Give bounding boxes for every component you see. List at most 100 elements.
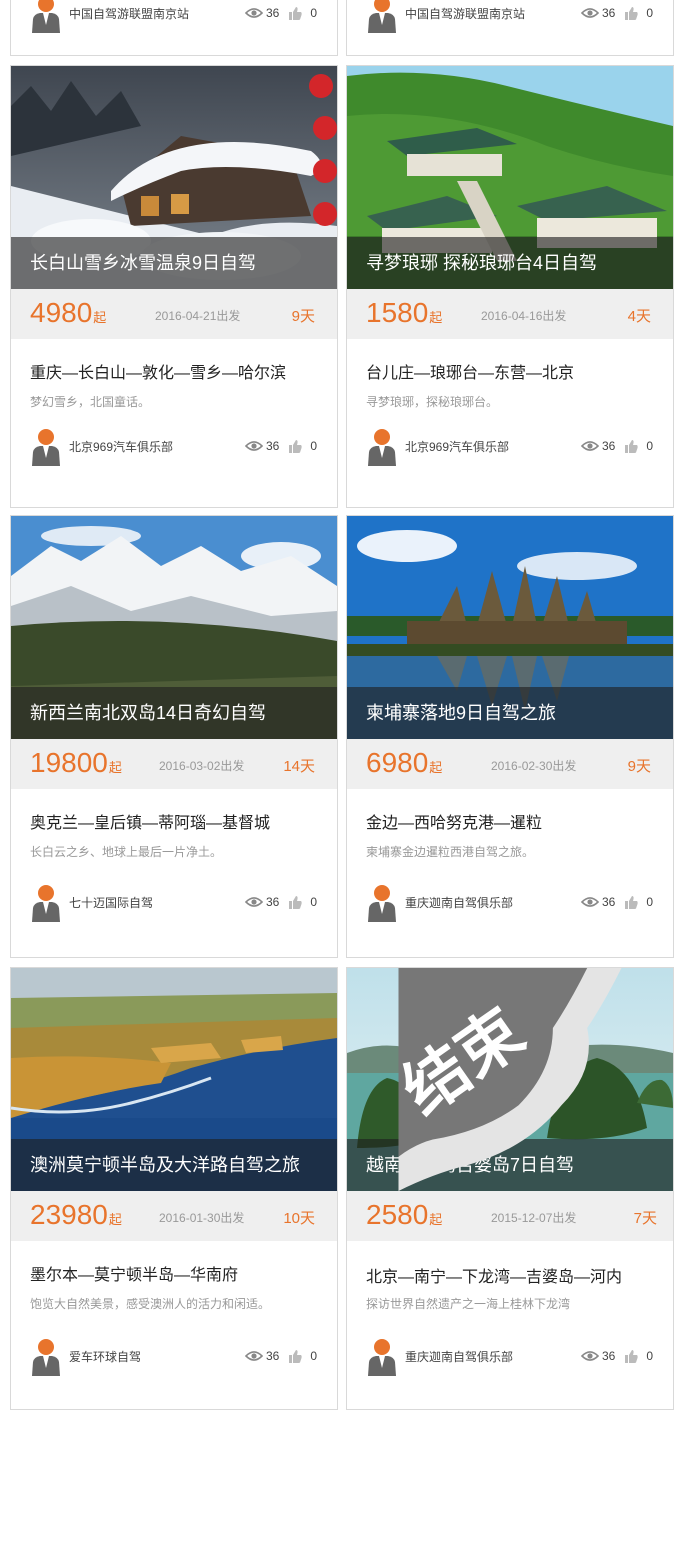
view-count: 36 [265, 6, 280, 20]
price: 2580起 [366, 1199, 443, 1230]
user-avatar-icon [366, 1338, 398, 1376]
trip-route[interactable]: 墨尔本—莫宁顿半岛—华南府 [30, 1261, 238, 1285]
card-stats: 36 0 [244, 439, 317, 453]
thumbs-up-icon[interactable] [289, 6, 302, 20]
user-avatar-icon [30, 0, 62, 33]
like-count: 0 [646, 1349, 653, 1363]
price-bar: 23980起 2016-01-30出发 10天 [11, 1191, 337, 1241]
view-count: 36 [601, 439, 616, 453]
user-avatar-icon [366, 428, 398, 466]
thumbs-up-icon[interactable] [625, 895, 638, 909]
trip-title: 澳洲莫宁顿半岛及大洋路自驾之旅 [11, 1139, 337, 1191]
trip-card-partial-1[interactable]: 中国自驾游联盟南京站 36 0 [10, 0, 338, 56]
trip-days: 9天 [627, 758, 651, 775]
price-bar: 1580起 2016-04-16出发 4天 [347, 289, 673, 339]
card-stats: 36 0 [580, 6, 653, 20]
price: 1580起 [366, 297, 443, 328]
trip-route[interactable]: 奥克兰—皇后镇—蒂阿瑙—基督城 [30, 809, 270, 833]
price-bar: 6980起 2016-02-30出发 9天 [347, 739, 673, 789]
thumbs-up-icon[interactable] [289, 1349, 302, 1363]
trip-card[interactable]: 越南下龙湾吉婆岛7日自驾 结束 2580起 2015-12-07出发 7天 北京… [346, 967, 674, 1410]
eye-icon [244, 1351, 263, 1361]
club-name[interactable]: 重庆迦南自驾俱乐部 [405, 894, 513, 911]
club-name[interactable]: 北京969汽车俱乐部 [405, 438, 509, 455]
trip-card[interactable]: 柬埔寨落地9日自驾之旅 6980起 2016-02-30出发 9天 金边—西哈努… [346, 515, 674, 958]
thumbs-up-icon[interactable] [625, 1349, 638, 1363]
trip-route[interactable]: 台儿庄—琅琊台—东营—北京 [366, 359, 574, 383]
trip-description: 长白云之乡、地球上最后一片净土。 [30, 845, 223, 859]
like-count: 0 [310, 895, 317, 909]
club-name[interactable]: 七十迈国际自驾 [69, 894, 153, 911]
departure-date: 2016-02-30出发 [491, 759, 577, 773]
price: 4980起 [30, 297, 107, 328]
trip-card-partial-2[interactable]: 中国自驾游联盟南京站 36 0 [346, 0, 674, 56]
trip-card[interactable]: 寻梦琅琊 探秘琅琊台4日自驾 1580起 2016-04-16出发 4天 台儿庄… [346, 65, 674, 508]
trip-description: 梦幻雪乡，北国童话。 [30, 395, 151, 409]
trip-days: 10天 [283, 1210, 315, 1227]
price: 6980起 [366, 747, 443, 778]
trip-route[interactable]: 北京—南宁—下龙湾—吉婆岛—河内 [366, 1263, 622, 1287]
thumbs-up-icon[interactable] [625, 6, 638, 20]
user-avatar-icon [30, 428, 62, 466]
price-bar: 4980起 2016-04-21出发 9天 [11, 289, 337, 339]
view-count: 36 [601, 6, 616, 20]
trip-photo[interactable]: 澳洲莫宁顿半岛及大洋路自驾之旅 [11, 968, 337, 1191]
eye-icon [580, 441, 599, 451]
club-name[interactable]: 北京969汽车俱乐部 [69, 438, 173, 455]
card-stats: 36 0 [244, 1349, 317, 1363]
trip-photo[interactable]: 越南下龙湾吉婆岛7日自驾 结束 [347, 968, 673, 1191]
price-bar: 2580起 2015-12-07出发 7天 [347, 1191, 673, 1241]
trip-days: 14天 [283, 758, 315, 775]
card-stats: 36 0 [580, 895, 653, 909]
price: 19800起 [30, 747, 122, 778]
like-count: 0 [310, 1349, 317, 1363]
author-row: 中国自驾游联盟南京站 36 0 [347, 0, 673, 33]
author-row: 七十迈国际自驾 36 0 [11, 884, 337, 922]
trip-title: 新西兰南北双岛14日奇幻自驾 [11, 687, 337, 739]
eye-icon [244, 897, 263, 907]
trip-photo[interactable]: 长白山雪乡冰雪温泉9日自驾 [11, 66, 337, 289]
departure-date: 2016-04-21出发 [155, 309, 241, 323]
author-row: 重庆迦南自驾俱乐部 36 0 [347, 884, 673, 922]
ended-stamp-icon: 结束 [347, 968, 622, 1191]
thumbs-up-icon[interactable] [625, 439, 638, 453]
departure-date: 2015-12-07出发 [491, 1211, 577, 1225]
trip-photo[interactable]: 寻梦琅琊 探秘琅琊台4日自驾 [347, 66, 673, 289]
trip-description: 寻梦琅琊，探秘琅琊台。 [366, 395, 499, 409]
departure-date: 2016-04-16出发 [481, 309, 567, 323]
trip-route[interactable]: 金边—西哈努克港—暹粒 [366, 809, 542, 833]
view-count: 36 [265, 895, 280, 909]
thumbs-up-icon[interactable] [289, 439, 302, 453]
trip-title: 寻梦琅琊 探秘琅琊台4日自驾 [347, 237, 673, 289]
trip-route[interactable]: 重庆—长白山—敦化—雪乡—哈尔滨 [30, 359, 286, 383]
trip-days: 4天 [627, 308, 651, 325]
club-name[interactable]: 重庆迦南自驾俱乐部 [405, 1348, 513, 1365]
trip-days: 7天 [633, 1210, 657, 1227]
thumbs-up-icon[interactable] [289, 895, 302, 909]
like-count: 0 [646, 439, 653, 453]
like-count: 0 [646, 6, 653, 20]
view-count: 36 [601, 1349, 616, 1363]
club-name[interactable]: 中国自驾游联盟南京站 [69, 5, 189, 22]
trip-card[interactable]: 长白山雪乡冰雪温泉9日自驾 4980起 2016-04-21出发 9天 重庆—长… [10, 65, 338, 508]
card-stats: 36 0 [580, 439, 653, 453]
eye-icon [244, 441, 263, 451]
user-avatar-icon [30, 884, 62, 922]
view-count: 36 [601, 895, 616, 909]
trip-days: 9天 [291, 308, 315, 325]
author-row: 中国自驾游联盟南京站 36 0 [11, 0, 337, 33]
author-row: 北京969汽车俱乐部 36 0 [347, 428, 673, 466]
card-stats: 36 0 [244, 6, 317, 20]
like-count: 0 [310, 439, 317, 453]
trip-photo[interactable]: 柬埔寨落地9日自驾之旅 [347, 516, 673, 739]
club-name[interactable]: 爱车环球自驾 [69, 1348, 141, 1365]
trip-description: 柬埔寨金边暹粒西港自驾之旅。 [366, 845, 535, 859]
price-bar: 19800起 2016-03-02出发 14天 [11, 739, 337, 789]
trip-photo[interactable]: 新西兰南北双岛14日奇幻自驾 [11, 516, 337, 739]
trip-card[interactable]: 澳洲莫宁顿半岛及大洋路自驾之旅 23980起 2016-01-30出发 10天 … [10, 967, 338, 1410]
departure-date: 2016-01-30出发 [159, 1211, 245, 1225]
trip-card[interactable]: 新西兰南北双岛14日奇幻自驾 19800起 2016-03-02出发 14天 奥… [10, 515, 338, 958]
club-name[interactable]: 中国自驾游联盟南京站 [405, 5, 525, 22]
author-row: 爱车环球自驾 36 0 [11, 1338, 337, 1376]
user-avatar-icon [30, 1338, 62, 1376]
